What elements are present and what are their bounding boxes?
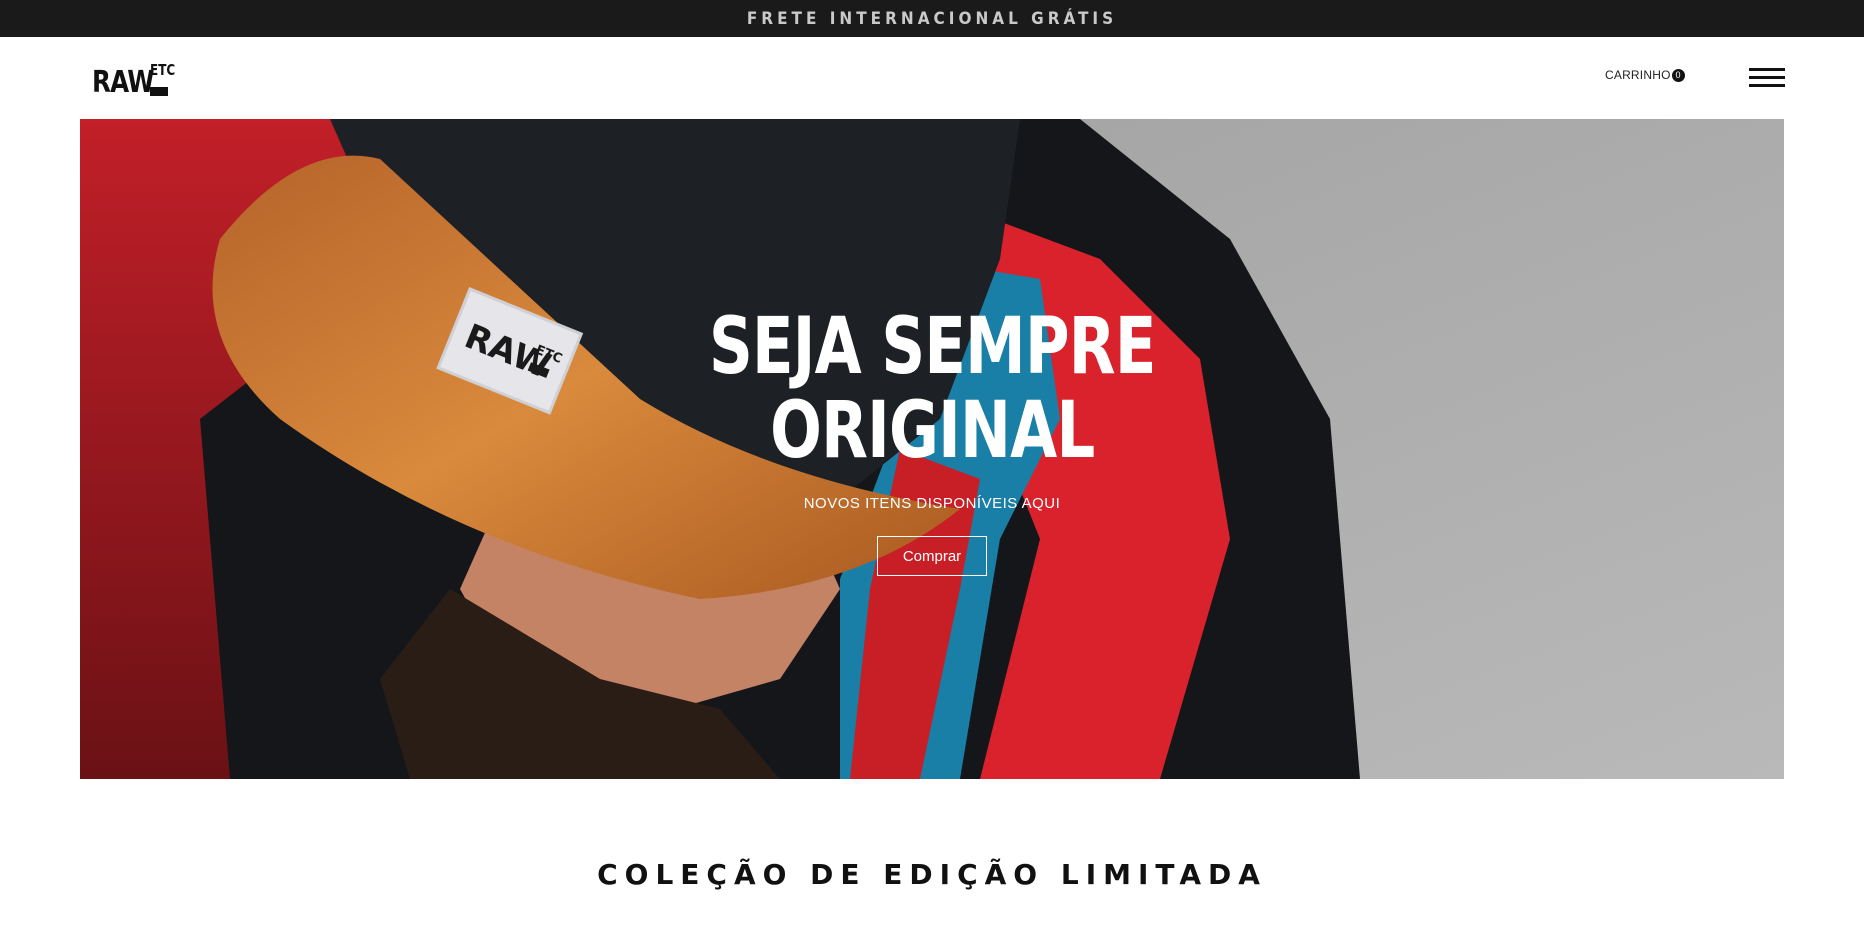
menu-line bbox=[1749, 68, 1785, 71]
announcement-text: FRETE INTERNACIONAL GRÁTIS bbox=[746, 8, 1118, 29]
hero-title-line1: SEJA SEMPRE bbox=[708, 302, 1156, 392]
announcement-bar: FRETE INTERNACIONAL GRÁTIS bbox=[0, 0, 1864, 37]
menu-line bbox=[1749, 76, 1785, 79]
logo-bar bbox=[150, 87, 168, 96]
hero-banner: RAW ETC SEJA SEMPRE ORIGINAL NOVOS ITENS… bbox=[80, 119, 1784, 779]
cart-count-badge: 0 bbox=[1671, 68, 1685, 82]
site-header: RAW ETC CARRINHO 0 bbox=[0, 37, 1864, 119]
site-logo[interactable]: RAW ETC bbox=[92, 61, 176, 105]
hero-subtitle: NOVOS ITENS DISPONÍVEIS AQUI bbox=[803, 495, 1061, 512]
collection-title: COLEÇÃO DE EDIÇÃO LIMITADA bbox=[597, 858, 1267, 891]
cart-label: CARRINHO bbox=[1605, 68, 1671, 82]
logo-raw-text: RAW bbox=[92, 65, 154, 100]
hero-content: SEJA SEMPRE ORIGINAL NOVOS ITENS DISPONÍ… bbox=[80, 119, 1784, 779]
logo-etc-text: ETC bbox=[150, 61, 176, 79]
hero-title: SEJA SEMPRE ORIGINAL bbox=[709, 305, 1156, 473]
hero-title-line2: ORIGINAL bbox=[769, 386, 1095, 476]
menu-line bbox=[1749, 84, 1785, 87]
shop-button[interactable]: Comprar bbox=[877, 536, 987, 576]
cart-link[interactable]: CARRINHO 0 bbox=[1605, 68, 1685, 82]
hamburger-menu-icon[interactable] bbox=[1749, 67, 1785, 91]
